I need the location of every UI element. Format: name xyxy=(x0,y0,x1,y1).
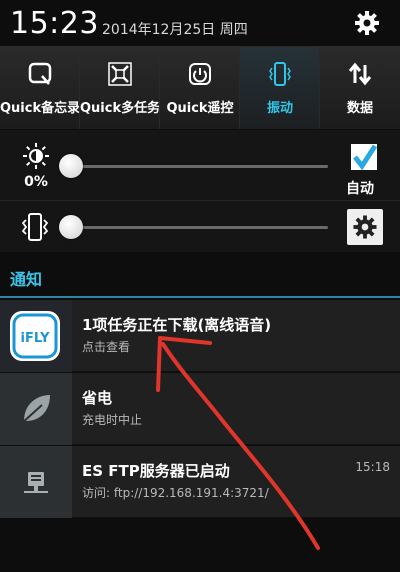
volume-slider-track[interactable] xyxy=(60,226,328,229)
notification-icon-box xyxy=(0,373,72,445)
tile-quick-memo[interactable]: Quick备忘录 xyxy=(0,47,80,129)
checkmark-icon xyxy=(353,144,378,171)
multitask-icon xyxy=(108,62,132,86)
volume-slider-thumb[interactable] xyxy=(59,215,83,239)
clock-time: 15:23 xyxy=(10,6,99,41)
notification-title: 省电 xyxy=(82,389,113,407)
remote-icon xyxy=(189,63,211,85)
brightness-slider-track[interactable] xyxy=(60,165,328,168)
notifications-header: 通知 xyxy=(0,252,400,298)
notification-subtitle: 点击查看 xyxy=(82,340,131,354)
tile-label: Quick遥控 xyxy=(166,101,234,116)
tile-quick-remote[interactable]: Quick遥控 xyxy=(160,47,240,129)
leaf-icon xyxy=(21,395,50,424)
sound-settings-button[interactable] xyxy=(347,209,383,245)
clock-date: 2014年12月25日 周四 xyxy=(102,22,248,38)
notifications-title: 通知 xyxy=(10,270,43,289)
volume-row xyxy=(0,200,400,252)
vibrate-icon xyxy=(269,62,291,86)
notification-item-ifly[interactable]: iFLY 1项任务正在下载(离线语音) 点击查看 xyxy=(0,300,400,372)
ifly-app-icon: iFLY xyxy=(10,311,60,361)
notification-item-power-saving[interactable]: 省电 充电时中止 xyxy=(0,373,400,445)
vibrate-mode-icon xyxy=(21,213,49,241)
brightness-row: 0% 自动 xyxy=(0,130,400,200)
notification-subtitle: 充电时中止 xyxy=(82,413,143,427)
notification-time: 15:18 xyxy=(355,460,390,474)
svg-text:iFLY: iFLY xyxy=(20,331,50,346)
tile-label: 振动 xyxy=(266,101,293,116)
data-transfer-icon xyxy=(348,62,372,86)
notification-icon-box: iFLY xyxy=(0,300,72,372)
notification-subtitle: 访问: ftp://192.168.191.4:3721/ xyxy=(82,486,269,500)
tile-vibrate[interactable]: 振动 xyxy=(240,47,320,129)
quick-settings-bar: Quick备忘录 Quick多任务 Quick遥控 振动 数据 xyxy=(0,46,400,129)
tile-label: 数据 xyxy=(346,101,373,116)
brightness-percent: 0% xyxy=(24,174,48,190)
tile-label: Quick多任务 xyxy=(80,101,160,116)
auto-brightness-checkbox[interactable] xyxy=(351,144,378,171)
ftp-server-icon xyxy=(24,472,48,493)
settings-button[interactable] xyxy=(352,8,382,38)
notification-title: ES FTP服务器已启动 xyxy=(82,462,230,480)
notification-title: 1项任务正在下载(离线语音) xyxy=(82,316,272,334)
notification-icon-box xyxy=(0,446,72,518)
memo-icon xyxy=(28,62,52,85)
gear-icon xyxy=(355,11,379,35)
brightness-icon xyxy=(23,143,49,169)
brightness-slider-thumb[interactable] xyxy=(59,154,83,178)
status-header: 15:23 2014年12月25日 周四 xyxy=(0,0,400,46)
gear-icon xyxy=(353,215,377,239)
auto-brightness-label: 自动 xyxy=(346,181,374,197)
tile-data[interactable]: 数据 xyxy=(320,47,400,129)
tile-quick-multitask[interactable]: Quick多任务 xyxy=(80,47,160,129)
tile-label: Quick备忘录 xyxy=(0,101,80,116)
notification-item-es-ftp[interactable]: ES FTP服务器已启动 访问: ftp://192.168.191.4:372… xyxy=(0,446,400,518)
